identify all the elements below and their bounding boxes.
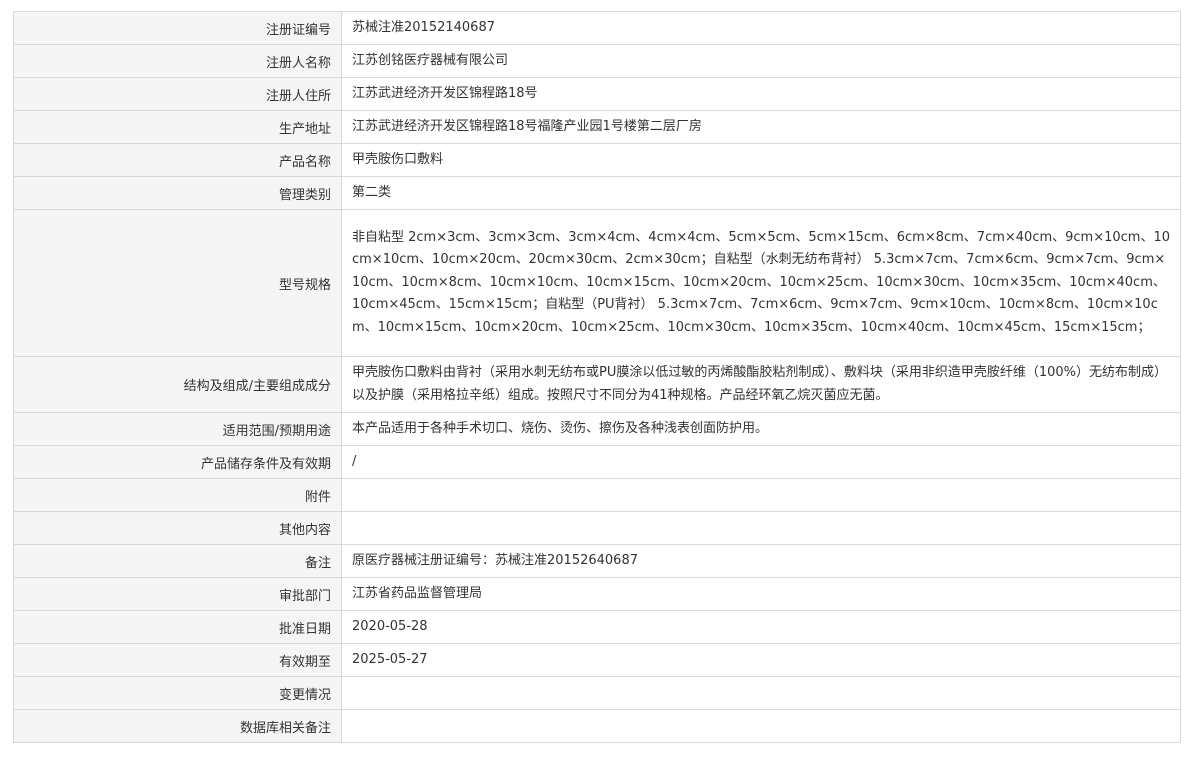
label-other-content: 其他内容: [13, 511, 342, 545]
label-registrant-address: 注册人住所: [13, 77, 342, 111]
label-storage-validity: 产品储存条件及有效期: [13, 445, 342, 479]
row-intended-use: 适用范围/预期用途 本产品适用于各种手术切口、烧伤、烫伤、擦伤及各种浅表创面防护…: [13, 412, 1181, 446]
value-valid-until: 2025-05-27: [341, 643, 1181, 677]
row-production-address: 生产地址 江苏武进经济开发区锦程路18号福隆产业园1号楼第二层厂房: [13, 110, 1181, 144]
row-registrant-address: 注册人住所 江苏武进经济开发区锦程路18号: [13, 77, 1181, 111]
value-model-specification: 非自粘型 2cm×3cm、3cm×3cm、3cm×4cm、4cm×4cm、5cm…: [341, 209, 1181, 357]
label-approval-date: 批准日期: [13, 610, 342, 644]
value-registrant-name: 江苏创铭医疗器械有限公司: [341, 44, 1181, 78]
row-approval-department: 审批部门 江苏省药品监督管理局: [13, 577, 1181, 611]
row-model-specification: 型号规格 非自粘型 2cm×3cm、3cm×3cm、3cm×4cm、4cm×4c…: [13, 209, 1181, 357]
row-database-remarks: 数据库相关备注: [13, 709, 1181, 743]
value-database-remarks: [341, 709, 1181, 743]
label-product-name: 产品名称: [13, 143, 342, 177]
label-attachment: 附件: [13, 478, 342, 512]
label-change-status: 变更情况: [13, 676, 342, 710]
value-approval-date: 2020-05-28: [341, 610, 1181, 644]
label-production-address: 生产地址: [13, 110, 342, 144]
value-remarks: 原医疗器械注册证编号：苏械注准20152640687: [341, 544, 1181, 578]
value-production-address: 江苏武进经济开发区锦程路18号福隆产业园1号楼第二层厂房: [341, 110, 1181, 144]
label-remarks: 备注: [13, 544, 342, 578]
value-attachment: [341, 478, 1181, 512]
row-structure-composition: 结构及组成/主要组成成分 甲壳胺伤口敷料由背衬（采用水刺无纺布或PU膜涂以低过敏…: [13, 356, 1181, 413]
value-storage-validity: /: [341, 445, 1181, 479]
row-valid-until: 有效期至 2025-05-27: [13, 643, 1181, 677]
label-approval-department: 审批部门: [13, 577, 342, 611]
value-registration-number: 苏械注准20152140687: [341, 11, 1181, 45]
label-structure-composition: 结构及组成/主要组成成分: [13, 356, 342, 413]
value-intended-use: 本产品适用于各种手术切口、烧伤、烫伤、擦伤及各种浅表创面防护用。: [341, 412, 1181, 446]
label-registrant-name: 注册人名称: [13, 44, 342, 78]
value-product-name: 甲壳胺伤口敷料: [341, 143, 1181, 177]
value-change-status: [341, 676, 1181, 710]
row-management-category: 管理类别 第二类: [13, 176, 1181, 210]
row-approval-date: 批准日期 2020-05-28: [13, 610, 1181, 644]
row-product-name: 产品名称 甲壳胺伤口敷料: [13, 143, 1181, 177]
row-remarks: 备注 原医疗器械注册证编号：苏械注准20152640687: [13, 544, 1181, 578]
label-intended-use: 适用范围/预期用途: [13, 412, 342, 446]
row-other-content: 其他内容: [13, 511, 1181, 545]
row-registrant-name: 注册人名称 江苏创铭医疗器械有限公司: [13, 44, 1181, 78]
label-valid-until: 有效期至: [13, 643, 342, 677]
value-structure-composition: 甲壳胺伤口敷料由背衬（采用水刺无纺布或PU膜涂以低过敏的丙烯酸酯胶粘剂制成）、敷…: [341, 356, 1181, 413]
registration-table: 注册证编号 苏械注准20152140687 注册人名称 江苏创铭医疗器械有限公司…: [13, 11, 1181, 743]
registration-info: 注册证编号 苏械注准20152140687 注册人名称 江苏创铭医疗器械有限公司…: [13, 11, 1181, 743]
label-model-specification: 型号规格: [13, 209, 342, 357]
row-storage-validity: 产品储存条件及有效期 /: [13, 445, 1181, 479]
value-registrant-address: 江苏武进经济开发区锦程路18号: [341, 77, 1181, 111]
value-other-content: [341, 511, 1181, 545]
label-database-remarks: 数据库相关备注: [13, 709, 342, 743]
label-registration-number: 注册证编号: [13, 11, 342, 45]
value-approval-department: 江苏省药品监督管理局: [341, 577, 1181, 611]
value-management-category: 第二类: [341, 176, 1181, 210]
row-attachment: 附件: [13, 478, 1181, 512]
row-change-status: 变更情况: [13, 676, 1181, 710]
label-management-category: 管理类别: [13, 176, 342, 210]
row-registration-number: 注册证编号 苏械注准20152140687: [13, 11, 1181, 45]
